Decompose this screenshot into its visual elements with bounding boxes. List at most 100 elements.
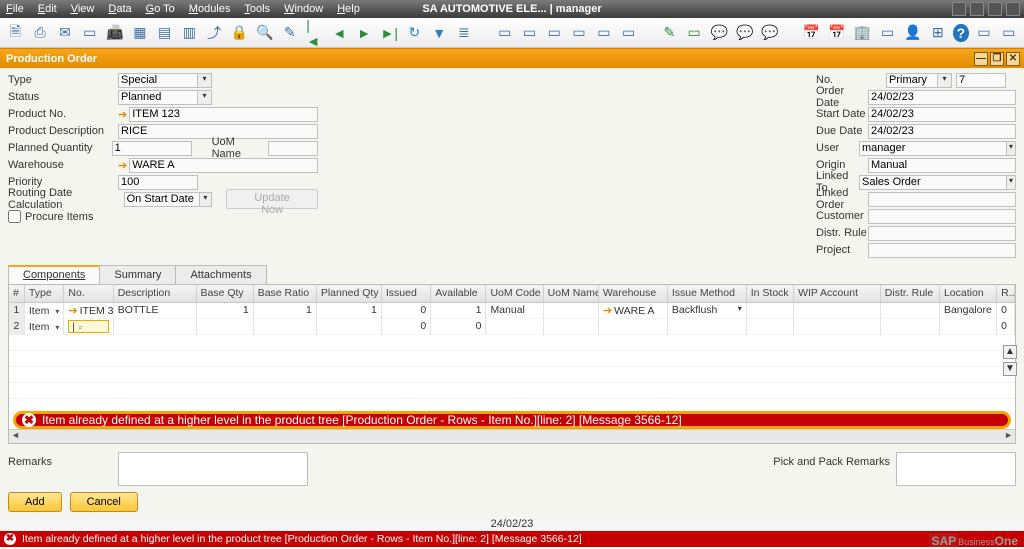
col-location[interactable]: Location: [940, 285, 997, 302]
cell-baseratio[interactable]: 1: [254, 303, 317, 319]
refresh-icon[interactable]: ↻: [405, 22, 424, 44]
linkedto-dropdown-icon[interactable]: ▾: [1007, 175, 1016, 190]
routingdate-dropdown-icon[interactable]: ▾: [200, 192, 213, 207]
cell-distr[interactable]: [881, 319, 940, 335]
sort-icon[interactable]: ≣: [455, 22, 474, 44]
menu-edit[interactable]: Edit: [38, 3, 57, 15]
pickpack-field[interactable]: [896, 452, 1016, 486]
remarks-field[interactable]: [118, 452, 308, 486]
warehouse-link-icon[interactable]: ➔: [118, 159, 127, 172]
cell-issued[interactable]: 0: [382, 303, 431, 319]
print-icon[interactable]: ⎙: [31, 22, 50, 44]
volume-weight-icon[interactable]: ▭: [594, 22, 613, 44]
cell-warehouse[interactable]: ➔WARE A: [599, 303, 668, 319]
cell-uomname[interactable]: [544, 319, 599, 335]
col-description[interactable]: Description: [114, 285, 197, 302]
distrrule-field[interactable]: [868, 226, 1016, 241]
cell-issued[interactable]: 0: [382, 319, 431, 335]
no-field[interactable]: [956, 73, 1006, 88]
col-available[interactable]: Available: [431, 285, 486, 302]
mdi-restore-icon[interactable]: [988, 2, 1002, 16]
export-word-icon[interactable]: ▤: [155, 22, 174, 44]
lock-icon[interactable]: 🔒: [230, 22, 249, 44]
cell-no[interactable]: | ⌕: [64, 319, 113, 335]
filter-icon[interactable]: ▼: [430, 22, 449, 44]
priority-field[interactable]: [118, 175, 198, 190]
alert-icon[interactable]: 💬: [710, 22, 729, 44]
no-series-field[interactable]: [886, 73, 938, 88]
productno-link-icon[interactable]: ➔: [118, 108, 127, 121]
cell-r[interactable]: 0: [997, 319, 1015, 335]
sms-icon[interactable]: ▭: [80, 22, 99, 44]
wh-link-icon[interactable]: ➔: [603, 305, 612, 317]
col-issued[interactable]: Issued: [382, 285, 431, 302]
default-branch-icon[interactable]: ▭: [878, 22, 897, 44]
cockpit-icon[interactable]: ⊞: [928, 22, 947, 44]
cell-location[interactable]: [940, 319, 997, 335]
cell-issuemethod[interactable]: Backflush ▾: [668, 303, 747, 319]
customer-field[interactable]: [868, 209, 1016, 224]
mdi-close-icon[interactable]: [1006, 2, 1020, 16]
item-link-icon[interactable]: ➔: [68, 305, 77, 317]
cell-r[interactable]: 0: [997, 303, 1015, 319]
col-plannedqty[interactable]: Planned Qty: [317, 285, 382, 302]
branches-icon[interactable]: 🏢: [853, 22, 872, 44]
menu-file[interactable]: File: [6, 3, 24, 15]
status-field[interactable]: [118, 90, 198, 105]
context-help-icon[interactable]: ▭: [975, 22, 994, 44]
menu-view[interactable]: View: [71, 3, 95, 15]
cancel-button[interactable]: Cancel: [70, 492, 138, 512]
calendar-alert-icon[interactable]: 📅: [827, 22, 846, 44]
menu-goto[interactable]: Go To: [146, 3, 175, 15]
user-dropdown-icon[interactable]: ▾: [1007, 141, 1016, 156]
col-warehouse[interactable]: Warehouse: [599, 285, 668, 302]
messages2-icon[interactable]: 💬: [760, 22, 779, 44]
row-move-down-button[interactable]: ▼: [1003, 362, 1017, 376]
add-icon[interactable]: ✎: [280, 22, 299, 44]
menu-tools[interactable]: Tools: [244, 3, 270, 15]
mdi-minimize-icon[interactable]: [970, 2, 984, 16]
startdate-field[interactable]: [868, 107, 1016, 122]
gross-profit-icon[interactable]: ▭: [545, 22, 564, 44]
cell-location[interactable]: Bangalore: [940, 303, 997, 319]
cell-baseqty[interactable]: [197, 319, 254, 335]
cell-uomcode[interactable]: Manual: [486, 303, 543, 319]
no-series-dropdown-icon[interactable]: ▾: [938, 73, 952, 88]
calendar-icon[interactable]: 📅: [802, 22, 821, 44]
col-num[interactable]: #: [9, 285, 25, 302]
user-field[interactable]: [859, 141, 1007, 156]
cell-distr[interactable]: [881, 303, 940, 319]
cell-type[interactable]: Item: [25, 319, 65, 335]
cell-warehouse[interactable]: [599, 319, 668, 335]
cell-uomcode[interactable]: [486, 319, 543, 335]
row-move-up-button[interactable]: ▲: [1003, 345, 1017, 359]
add-button[interactable]: Add: [8, 492, 62, 512]
cell-baseqty[interactable]: 1: [197, 303, 254, 319]
tab-attachments[interactable]: Attachments: [175, 265, 266, 284]
update-now-button[interactable]: Update Now: [226, 189, 318, 209]
cell-no[interactable]: ➔ITEM 33: [64, 303, 113, 319]
cell-plannedqty[interactable]: 1: [317, 303, 382, 319]
cell-type[interactable]: Item: [25, 303, 65, 319]
user-icon[interactable]: 👤: [903, 22, 922, 44]
layout-designer-icon[interactable]: ✎: [660, 22, 679, 44]
help-icon[interactable]: ?: [953, 24, 968, 42]
col-uomcode[interactable]: UoM Code: [486, 285, 543, 302]
linkedto-field[interactable]: [859, 175, 1007, 190]
col-uomname[interactable]: UoM Name: [544, 285, 599, 302]
duedate-field[interactable]: [868, 124, 1016, 139]
col-baseratio[interactable]: Base Ratio: [254, 285, 317, 302]
export-pdf-icon[interactable]: ▥: [180, 22, 199, 44]
cell-wip[interactable]: [794, 319, 881, 335]
last-record-icon[interactable]: ►|: [380, 22, 400, 44]
journal-entry-icon[interactable]: ▭: [619, 22, 638, 44]
menu-data[interactable]: Data: [108, 3, 131, 15]
cell-issuemethod[interactable]: [668, 319, 747, 335]
first-record-icon[interactable]: |◄: [305, 22, 324, 44]
messages-icon[interactable]: 💬: [735, 22, 754, 44]
cell-wip[interactable]: [794, 303, 881, 319]
status-dropdown-icon[interactable]: ▾: [198, 90, 212, 105]
origin-field[interactable]: [868, 158, 1016, 173]
context-help2-icon[interactable]: ▭: [999, 22, 1018, 44]
cell-uomname[interactable]: [544, 303, 599, 319]
